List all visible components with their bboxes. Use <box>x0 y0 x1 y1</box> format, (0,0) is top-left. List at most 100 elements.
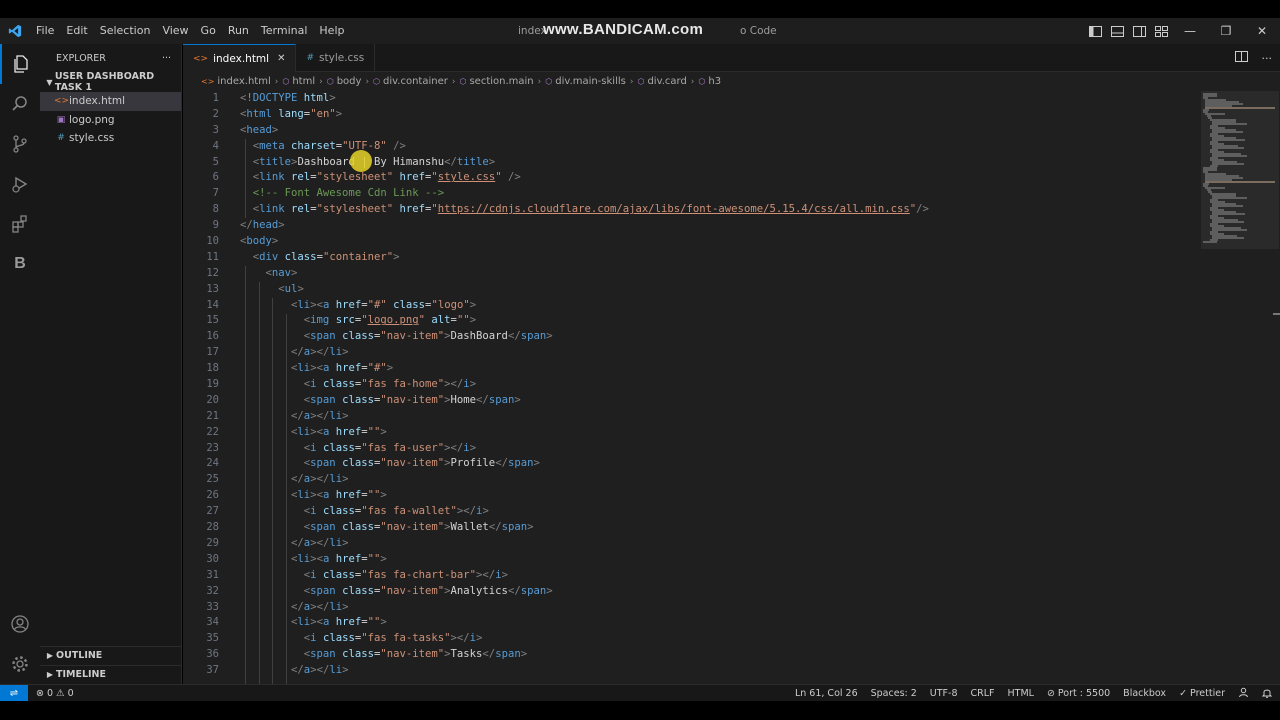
encoding[interactable]: UTF-8 <box>930 688 958 699</box>
line-number: 9 <box>212 219 219 232</box>
code-line[interactable]: <title>Dashboard | By Himanshu</title> <box>240 155 929 171</box>
extensions-icon[interactable] <box>0 204 40 244</box>
breadcrumb-item[interactable]: ⬡ body <box>327 76 362 87</box>
live-server-port[interactable]: ⊘ Port : 5500 <box>1047 688 1110 699</box>
toggle-secondary-sidebar-icon[interactable] <box>1128 18 1150 44</box>
code-line[interactable]: <span class="nav-item">Analytics</span> <box>240 584 929 600</box>
outline-section[interactable]: ▶ OUTLINE <box>40 646 182 664</box>
close-window-button[interactable]: ✕ <box>1244 18 1280 44</box>
breadcrumb-item[interactable]: ⬡ div.main-skills <box>545 76 626 87</box>
code-line[interactable]: </a></li> <box>240 536 929 552</box>
code-line[interactable]: </head> <box>240 218 929 234</box>
language-mode[interactable]: HTML <box>1008 688 1034 699</box>
indentation[interactable]: Spaces: 2 <box>871 688 917 699</box>
code-line[interactable]: <i class="fas fa-home"></i> <box>240 377 929 393</box>
source-control-icon[interactable] <box>0 124 40 164</box>
code-token: DashBoard <box>450 330 508 343</box>
code-lines[interactable]: <!DOCTYPE html> <html lang="en"> <head> <m… <box>240 91 929 679</box>
code-line[interactable]: <img src="logo.png" alt=""> <box>240 313 929 329</box>
code-line[interactable]: <body> <box>240 234 929 250</box>
code-line[interactable]: </a></li> <box>240 472 929 488</box>
accounts-icon[interactable] <box>0 604 40 644</box>
explorer-header: EXPLORER ··· <box>40 44 181 72</box>
code-line[interactable]: <i class="fas fa-chart-bar"></i> <box>240 568 929 584</box>
code-line[interactable]: <li><a href=""> <box>240 615 929 631</box>
end-of-line[interactable]: CRLF <box>971 688 995 699</box>
breadcrumb-item[interactable]: ⬡ section.main <box>459 76 533 87</box>
blackbox-b-icon[interactable]: B <box>0 244 40 284</box>
code-line[interactable]: <li><a href=""> <box>240 425 929 441</box>
code-line[interactable]: <div class="container"> <box>240 250 929 266</box>
code-line[interactable]: <!DOCTYPE html> <box>240 91 929 107</box>
code-line[interactable]: <li><a href=""> <box>240 552 929 568</box>
cursor-position[interactable]: Ln 61, Col 26 <box>795 688 858 699</box>
code-line[interactable]: <li><a href="#" class="logo"> <box>240 298 929 314</box>
menu-go[interactable]: Go <box>195 18 222 44</box>
menu-file[interactable]: File <box>30 18 60 44</box>
bell-icon[interactable] <box>1261 687 1273 701</box>
explorer-more-actions[interactable]: ··· <box>162 53 171 64</box>
explorer-icon[interactable] <box>0 44 40 84</box>
workspace-folder[interactable]: ▼ USER DASHBOARD TASK 1 <box>40 71 181 93</box>
code-line[interactable]: <span class="nav-item">Tasks</span> <box>240 647 929 663</box>
remote-indicator[interactable]: ⇌ <box>0 684 28 702</box>
file-style-css[interactable]: # style.css <box>40 129 181 148</box>
menu-view[interactable]: View <box>156 18 194 44</box>
code-line[interactable]: <head> <box>240 123 929 139</box>
toggle-panel-icon[interactable] <box>1106 18 1128 44</box>
code-line[interactable]: <link rel="stylesheet" href="style.css" … <box>240 170 929 186</box>
code-line[interactable]: <html lang="en"> <box>240 107 929 123</box>
breadcrumb-item[interactable]: ⬡ div.card <box>637 76 686 87</box>
file-logo-png[interactable]: ▣ logo.png <box>40 111 181 130</box>
breadcrumb-item[interactable]: ⬡ h3 <box>698 76 721 87</box>
more-actions-icon[interactable]: ··· <box>1262 52 1273 65</box>
code-line[interactable]: <i class="fas fa-user"></i> <box>240 441 929 457</box>
code-line[interactable]: <li><a href="#"> <box>240 361 929 377</box>
timeline-section[interactable]: ▶ TIMELINE <box>40 665 182 683</box>
file-index-html[interactable]: <> index.html <box>40 92 181 111</box>
menu-selection[interactable]: Selection <box>94 18 157 44</box>
code-line[interactable]: <link rel="stylesheet" href="https://cdn… <box>240 202 929 218</box>
code-editor[interactable]: 1 2 3 4 5 6 7 8 9 10 11 12 13 14 15 16 17 18 19 20 21 22 23 24 2… <box>183 91 1280 684</box>
settings-gear-icon[interactable] <box>0 644 40 684</box>
code-line[interactable]: <span class="nav-item">Profile</span> <box>240 456 929 472</box>
search-icon[interactable] <box>0 84 40 124</box>
code-line[interactable]: </a></li> <box>240 663 929 679</box>
toggle-sidebar-icon[interactable] <box>1084 18 1106 44</box>
code-line[interactable]: </a></li> <box>240 409 929 425</box>
code-line[interactable]: <span class="nav-item">Home</span> <box>240 393 929 409</box>
restore-button[interactable]: ❐ <box>1208 18 1244 44</box>
split-editor-icon[interactable] <box>1234 51 1248 65</box>
code-line[interactable]: <i class="fas fa-tasks"></i> <box>240 631 929 647</box>
code-line[interactable]: <span class="nav-item">DashBoard</span> <box>240 329 929 345</box>
blackbox-status[interactable]: Blackbox <box>1123 688 1166 699</box>
chevron-right-icon: › <box>690 76 695 87</box>
code-line[interactable]: <meta charset="UTF-8" /> <box>240 139 929 155</box>
code-line[interactable]: <span class="nav-item">Wallet</span> <box>240 520 929 536</box>
code-line[interactable]: <ul> <box>240 282 929 298</box>
breadcrumb-item[interactable]: <> index.html <box>201 76 271 87</box>
code-line[interactable]: <i class="fas fa-wallet"></i> <box>240 504 929 520</box>
minimap-slider[interactable] <box>1201 91 1279 249</box>
tab-index-html[interactable]: <> index.html ✕ <box>183 44 297 72</box>
menu-terminal[interactable]: Terminal <box>255 18 314 44</box>
customize-layout-icon[interactable] <box>1150 18 1172 44</box>
menu-run[interactable]: Run <box>222 18 255 44</box>
code-line[interactable]: <li><a href=""> <box>240 488 929 504</box>
minimize-button[interactable]: — <box>1172 18 1208 44</box>
menu-edit[interactable]: Edit <box>60 18 93 44</box>
breadcrumb-item[interactable]: ⬡ html <box>282 76 315 87</box>
breadcrumb-item[interactable]: ⬡ div.container <box>373 76 448 87</box>
code-line[interactable]: <nav> <box>240 266 929 282</box>
problems-indicator[interactable]: ⊗ 0 ⚠ 0 <box>36 688 74 699</box>
run-debug-icon[interactable] <box>0 164 40 204</box>
code-line[interactable]: </a></li> <box>240 345 929 361</box>
prettier-status[interactable]: ✓ Prettier <box>1179 688 1225 699</box>
menu-help[interactable]: Help <box>313 18 350 44</box>
code-line[interactable]: </a></li> <box>240 600 929 616</box>
close-tab-icon[interactable]: ✕ <box>277 53 285 64</box>
person-icon[interactable] <box>1238 687 1249 701</box>
tab-style-css[interactable]: # style.css <box>296 44 376 72</box>
code-line[interactable]: <!-- Font Awesome Cdn Link --> <box>240 186 929 202</box>
